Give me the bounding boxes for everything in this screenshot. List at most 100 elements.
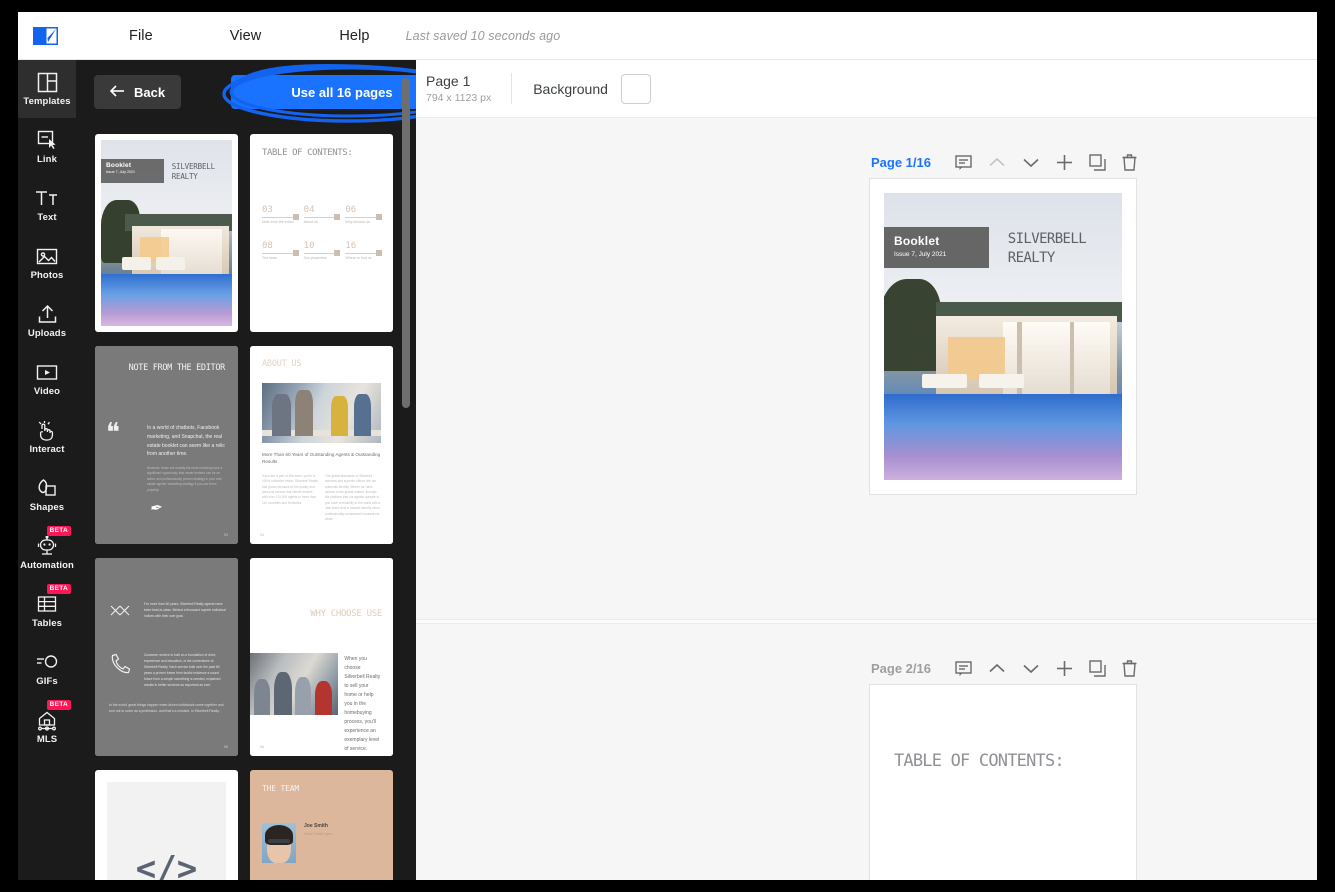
sidebar-label-uploads: Uploads [27, 328, 67, 339]
book-pen-logo-icon[interactable] [31, 23, 61, 49]
templates-icon [37, 71, 58, 93]
sidebar-label-tables: Tables [32, 618, 62, 629]
left-icon-rail: Templates Link Text Photos Uploads Video… [18, 60, 76, 880]
template-thumbnail-scroll-area[interactable]: Booklet Issue 7, July 2021 SILVERBELL RE… [76, 122, 416, 880]
comment-icon[interactable] [955, 154, 972, 171]
beta-badge-automation: BETA [46, 526, 71, 536]
page-1-toolbar: Page 1/16 [871, 154, 1137, 171]
template-thumbnail-toc[interactable]: TABLE OF CONTENTS: 03 Note from the edito… [250, 134, 393, 332]
sidebar-label-link: Link [37, 154, 57, 165]
toc-entry: 04 About us [303, 205, 340, 225]
thumb-feature-footer: In the world, great things happen when d… [109, 702, 224, 713]
shapes-icon [36, 477, 58, 499]
thumb-team-member-role: Senior Estate Agent [304, 832, 333, 836]
thumb-badge-title: Booklet [106, 161, 132, 169]
page-1-label[interactable]: Page 1/16 [871, 155, 931, 170]
sidebar-item-video[interactable]: Video [18, 350, 76, 408]
sidebar-item-link[interactable]: Link [18, 118, 76, 176]
template-panel: Back Use all 16 pages Booklet Issue 7, J… [76, 60, 416, 880]
background-color-swatch[interactable] [620, 73, 651, 104]
thumb-toc-entries: 03 Note from the editor 04 About us 06 Why … [262, 205, 382, 262]
sidebar-item-automation[interactable]: BETA Automation [18, 524, 76, 582]
sidebar-label-mls: MLS [36, 734, 58, 745]
page-1-badge: Booklet Issue 7, July 2021 [884, 227, 989, 268]
page-meta: Page 1 794 x 1123 px [426, 72, 513, 105]
thumb-why-title: WHY CHOOSE USE [310, 609, 382, 619]
thumb-page-number: 05 [224, 745, 228, 749]
thumb-page-number: 03 [224, 533, 228, 537]
template-panel-header: Back Use all 16 pages [76, 60, 416, 123]
menu-help[interactable]: Help [329, 22, 379, 50]
page-1-badge-sub: Issue 7, July 2021 [894, 251, 947, 259]
sidebar-item-templates[interactable]: Templates [18, 60, 76, 118]
thumb-team-title: THE TEAM [262, 784, 299, 793]
beta-badge-mls: BETA [46, 700, 71, 710]
photos-icon [36, 245, 58, 267]
page-title: Page 1 [426, 72, 471, 89]
delete-page-icon[interactable] [1122, 154, 1137, 171]
canvas-toolbar: Page 1 794 x 1123 px Background [416, 60, 1317, 118]
sidebar-item-gifs[interactable]: GIFs [18, 640, 76, 698]
sidebar-item-text[interactable]: Text [18, 176, 76, 234]
canvas-page-2[interactable]: TABLE OF CONTENTS: [869, 684, 1137, 880]
sidebar-label-gifs: GIFs [36, 676, 58, 687]
scrollbar-thumb[interactable] [402, 78, 410, 408]
thumb-brand-text: SILVERBELL REALTY [171, 162, 215, 182]
delete-page-icon[interactable] [1122, 660, 1137, 677]
add-page-icon[interactable] [1056, 660, 1073, 677]
page-2-toolbar: Page 2/16 [871, 660, 1137, 677]
thumb-badge-sub: Issue 7, July 2021 [106, 169, 135, 174]
sidebar-item-mls[interactable]: BETA MLS [18, 698, 76, 756]
template-thumbnail-code-embed[interactable]: </> [95, 770, 238, 880]
sidebar-label-shapes: Shapes [29, 502, 65, 513]
move-down-icon[interactable] [1022, 156, 1040, 169]
interact-hand-icon [36, 419, 58, 441]
move-up-icon[interactable] [988, 156, 1006, 169]
handshake-icon [109, 602, 135, 627]
thumb-team-member-name: Joe Smith [304, 823, 328, 829]
sidebar-item-tables[interactable]: BETA Tables [18, 582, 76, 640]
sidebar-item-shapes[interactable]: Shapes [18, 466, 76, 524]
back-button-label: Back [134, 84, 166, 100]
thumb-editor-body: However, these are exactly the most endu… [147, 466, 222, 492]
menu-file[interactable]: File [119, 22, 163, 50]
sidebar-item-photos[interactable]: Photos [18, 234, 76, 292]
sidebar-label-automation: Automation [20, 560, 74, 571]
duplicate-page-icon[interactable] [1089, 660, 1106, 677]
top-menu-bar: File View Help Last saved 10 seconds ago [18, 12, 1317, 60]
page-2-label[interactable]: Page 2/16 [871, 661, 931, 676]
sidebar-item-uploads[interactable]: Uploads [18, 292, 76, 350]
toc-label: Our properties [303, 255, 327, 260]
canvas-page-1[interactable]: Booklet Issue 7, July 2021 SILVERBELL RE… [869, 178, 1137, 495]
app-window: File View Help Last saved 10 seconds ago… [18, 12, 1317, 880]
template-thumbnail-why-choose[interactable]: WHY CHOOSE USE When you choose Silverbel… [250, 558, 393, 756]
comment-icon[interactable] [955, 660, 972, 677]
template-thumbnail-team[interactable]: THE TEAM Joe Smith Senior Estate Agent [250, 770, 393, 880]
toc-entry: 10 Our properties [303, 241, 340, 261]
thumb-about-subtitle: More Than 60 Years of Outstanding Agents… [262, 452, 381, 465]
quote-mark-icon: ❝ [106, 418, 120, 447]
toc-label: Why choose us [345, 219, 370, 224]
template-thumbnail-features[interactable]: For more than 60 years, Silverbell Realt… [95, 558, 238, 756]
use-all-pages-button[interactable]: Use all 16 pages [231, 75, 416, 109]
text-icon [35, 187, 59, 209]
sidebar-label-video: Video [33, 386, 61, 397]
sidebar-item-interact[interactable]: Interact [18, 408, 76, 466]
move-up-icon[interactable] [988, 662, 1006, 675]
thumb-feature-1: For more than 60 years, Silverbell Realt… [144, 602, 226, 618]
template-panel-scrollbar[interactable] [402, 68, 410, 872]
template-thumbnail-about[interactable]: ABOUT US More Than 60 Years of Outstandi… [250, 346, 393, 544]
template-thumbnail-cover[interactable]: Booklet Issue 7, July 2021 SILVERBELL RE… [95, 134, 238, 332]
canvas-area: Page 1/16 Booklet Issue 7, July 2021 SIL… [416, 118, 1317, 880]
beta-badge-tables: BETA [46, 584, 71, 594]
menu-view[interactable]: View [220, 22, 272, 50]
duplicate-page-icon[interactable] [1089, 154, 1106, 171]
toc-label: The team [262, 255, 278, 260]
add-page-icon[interactable] [1056, 154, 1073, 171]
back-button[interactable]: Back [94, 75, 182, 109]
thumb-feature-2: Customer service is built on a foundatio… [144, 653, 221, 687]
template-thumbnail-editor-note[interactable]: NOTE FROM THE EDITOR ❝ In a world of cha… [95, 346, 238, 544]
move-down-icon[interactable] [1022, 662, 1040, 675]
sidebar-label-photos: Photos [30, 270, 64, 281]
thumb-page-number: 04 [260, 533, 264, 537]
